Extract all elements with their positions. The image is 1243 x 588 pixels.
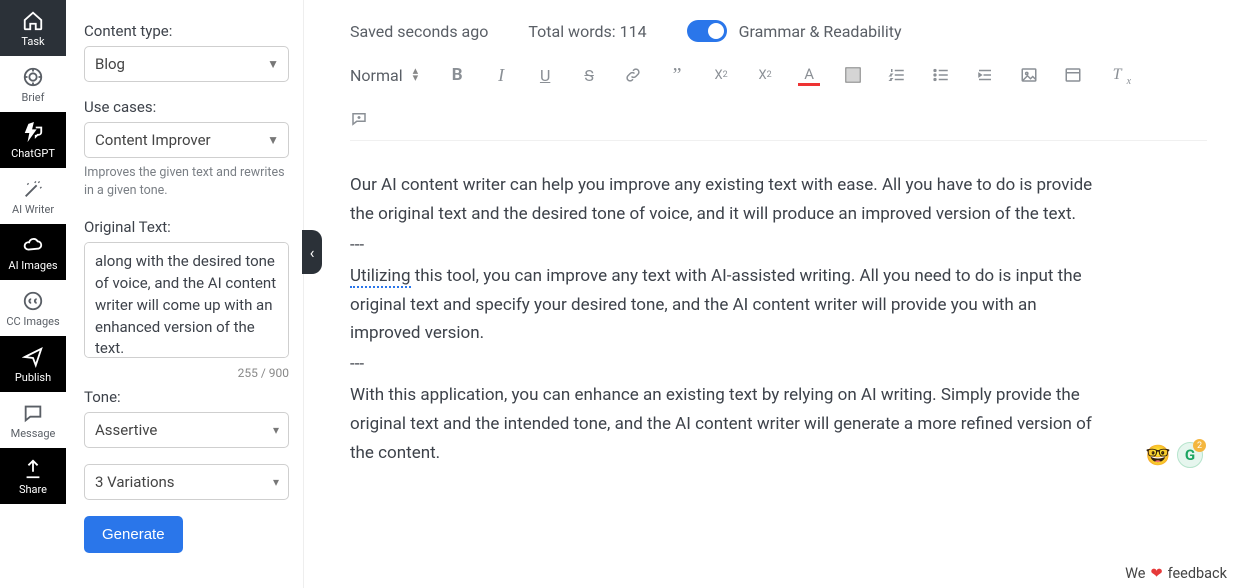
editor-toolbar: Normal ▴▾ B I U S ” X2 X2 A Tx [350, 60, 1207, 141]
document-body[interactable]: Our AI content writer can help you impro… [350, 141, 1110, 500]
highlight-color-button[interactable] [842, 64, 864, 86]
panel-collapse-handle[interactable]: ‹ [302, 230, 322, 274]
original-text-label: Original Text: [84, 218, 289, 236]
rail-item-message[interactable]: Message [0, 392, 66, 448]
grammar-label: Grammar & Readability [739, 22, 902, 41]
tone-label: Tone: [84, 388, 289, 406]
clear-format-button[interactable]: Tx [1106, 64, 1128, 86]
bold-button[interactable]: B [446, 64, 468, 86]
target-icon [22, 66, 44, 88]
block-format-label: Normal [350, 66, 403, 85]
feedback-link[interactable]: We ❤ feedback [1125, 565, 1227, 582]
superscript-button[interactable]: X2 [754, 64, 776, 86]
rail-label: AI Writer [12, 203, 54, 216]
italic-button[interactable]: I [490, 64, 512, 86]
char-counter: 255 / 900 [84, 366, 289, 380]
chevron-left-icon: ‹ [310, 243, 315, 262]
bolt-chat-icon [22, 122, 44, 144]
upload-icon [22, 458, 44, 480]
quote-button[interactable]: ” [666, 64, 688, 86]
tone-select[interactable]: Assertive [84, 412, 289, 448]
variations-select[interactable]: 3 Variations [84, 464, 289, 500]
ordered-list-button[interactable] [886, 64, 908, 86]
left-rail: Task Brief ChatGPT AI Writer AI Images C… [0, 0, 66, 588]
doc-paragraph: Our AI content writer can help you impro… [350, 171, 1110, 229]
grammarly-badge: 2 [1193, 439, 1206, 452]
feedback-pre: We [1125, 565, 1145, 582]
rail-label: Publish [15, 371, 51, 384]
content-type-select[interactable]: Blog [84, 46, 289, 82]
chat-icon [22, 402, 44, 424]
emoji-assistant-icon[interactable]: 🤓 [1145, 442, 1171, 468]
save-status: Saved seconds ago [350, 22, 488, 41]
generate-button[interactable]: Generate [84, 516, 183, 553]
rail-label: Task [21, 35, 44, 48]
original-text-input[interactable] [84, 242, 289, 358]
grammar-toggle[interactable] [687, 20, 727, 42]
doc-separator: --- [350, 231, 1110, 260]
doc-paragraph: Utilizing this tool, you can improve any… [350, 262, 1110, 349]
rail-item-brief[interactable]: Brief [0, 56, 66, 112]
rail-label: AI Images [8, 259, 57, 272]
chevron-updown-icon: ▴▾ [413, 68, 419, 81]
home-icon [22, 10, 44, 32]
use-cases-select[interactable]: Content Improver [84, 122, 289, 158]
send-icon [22, 346, 44, 368]
cc-icon [22, 290, 44, 312]
use-cases-label: Use cases: [84, 98, 289, 116]
doc-paragraph: With this application, you can enhance a… [350, 381, 1110, 468]
rail-item-ai-writer[interactable]: AI Writer [0, 168, 66, 224]
content-type-label: Content type: [84, 22, 289, 40]
doc-separator: --- [350, 350, 1110, 379]
editor-topbar: Saved seconds ago Total words: 114 Gramm… [350, 0, 1207, 60]
subscript-button[interactable]: X2 [710, 64, 732, 86]
wand-icon [22, 178, 44, 200]
block-format-select[interactable]: Normal ▴▾ [350, 66, 424, 85]
image-button[interactable] [1018, 64, 1040, 86]
editor-area: Saved seconds ago Total words: 114 Gramm… [304, 0, 1243, 588]
settings-panel: Content type: Blog ▼ Use cases: Content … [66, 0, 304, 588]
link-button[interactable] [622, 64, 644, 86]
embed-button[interactable] [1062, 64, 1084, 86]
floating-assistant-icons: 🤓 G 2 [1145, 442, 1203, 468]
heart-icon: ❤ [1150, 565, 1162, 582]
grammarly-icon[interactable]: G 2 [1177, 442, 1203, 468]
feedback-post: feedback [1168, 565, 1227, 582]
rail-label: Brief [22, 91, 45, 104]
rail-item-ai-images[interactable]: AI Images [0, 224, 66, 280]
rail-item-cc-images[interactable]: CC Images [0, 280, 66, 336]
underline-button[interactable]: U [534, 64, 556, 86]
rail-label: CC Images [6, 315, 59, 328]
comment-button[interactable] [350, 108, 1207, 130]
grammar-highlight[interactable]: Utilizing [350, 266, 411, 288]
unordered-list-button[interactable] [930, 64, 952, 86]
rail-label: Message [11, 427, 56, 440]
indent-button[interactable] [974, 64, 996, 86]
use-cases-helper: Improves the given text and rewrites in … [84, 164, 289, 200]
rail-item-chatgpt[interactable]: ChatGPT [0, 112, 66, 168]
rail-item-task[interactable]: Task [0, 0, 66, 56]
rail-item-share[interactable]: Share [0, 448, 66, 504]
rail-label: ChatGPT [11, 147, 55, 160]
text-color-button[interactable]: A [798, 64, 820, 86]
rail-label: Share [19, 483, 47, 496]
cloud-image-icon [22, 234, 44, 256]
rail-item-publish[interactable]: Publish [0, 336, 66, 392]
strikethrough-button[interactable]: S [578, 64, 600, 86]
word-count: Total words: 114 [528, 22, 646, 41]
